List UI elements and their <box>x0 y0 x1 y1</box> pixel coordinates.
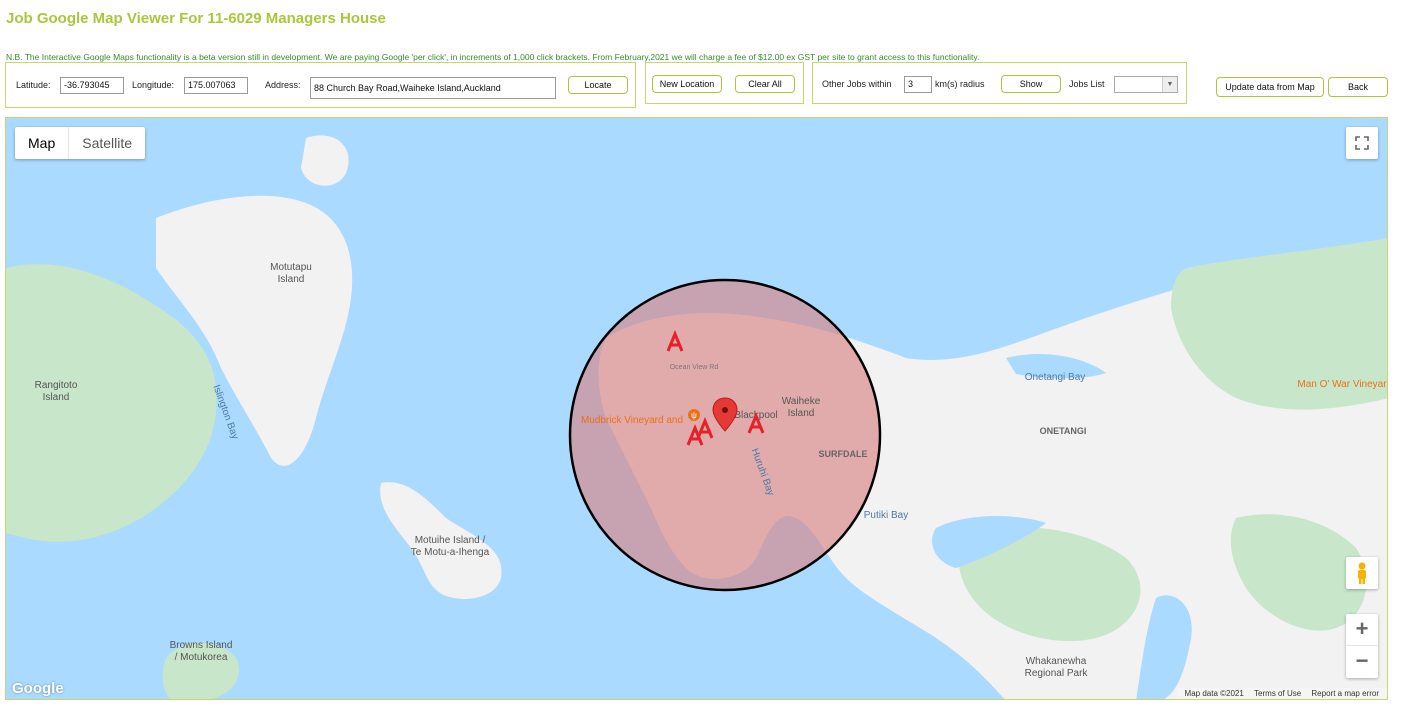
latitude-input[interactable]: -36.793045 <box>60 77 124 94</box>
location-form-panel: Latitude: -36.793045 Longitude: 175.0070… <box>5 62 636 108</box>
svg-text:ψ: ψ <box>691 411 697 420</box>
onetangi-bay-label: Onetangi Bay <box>1025 372 1086 383</box>
new-location-button[interactable]: New Location <box>652 75 722 93</box>
waiheke-label-1: Waiheke <box>782 396 821 407</box>
google-map[interactable]: Motutapu Island Rangitoto Island Motuihe… <box>5 117 1388 700</box>
map-type-control: Map Satellite <box>15 127 146 159</box>
map-data-attribution[interactable]: Map data ©2021 <box>1185 689 1244 698</box>
update-data-button[interactable]: Update data from Map <box>1216 77 1324 97</box>
radius-input[interactable]: 3 <box>904 76 932 93</box>
page-title: Job Google Map Viewer For 11-6029 Manage… <box>6 10 386 27</box>
onetangi-label: ONETANGI <box>1040 426 1087 436</box>
pegman-button[interactable] <box>1346 557 1378 589</box>
location-actions-panel: New Location Clear All <box>645 62 804 104</box>
mudbrick-label: Mudbrick Vineyard and <box>581 415 683 426</box>
jobs-list-select[interactable]: ▼ <box>1114 76 1178 93</box>
beta-notice: N.B. The Interactive Google Maps functio… <box>6 52 980 62</box>
search-radius-circle <box>568 278 882 592</box>
browns-label-1: Browns Island <box>170 640 233 651</box>
zoom-out-icon: − <box>1355 648 1369 673</box>
rangitoto-label-2: Island <box>43 392 70 403</box>
fullscreen-icon <box>1355 136 1369 150</box>
zoom-in-icon: + <box>1355 616 1369 641</box>
browns-label-2: / Motukorea <box>175 652 228 663</box>
address-input[interactable]: 88 Church Bay Road,Waiheke Island,Auckla… <box>310 77 556 99</box>
whakanewha-label-1: Whakanewha <box>1026 656 1087 667</box>
fullscreen-button[interactable] <box>1346 127 1378 159</box>
longitude-label: Longitude: <box>132 80 175 90</box>
ocean-view-rd-label: Ocean View Rd <box>670 364 719 371</box>
map-canvas[interactable]: Motutapu Island Rangitoto Island Motuihe… <box>6 118 1388 700</box>
latitude-label: Latitude: <box>16 80 51 90</box>
restaurant-icon[interactable]: ψ <box>688 409 700 421</box>
pegman-icon <box>1358 562 1366 584</box>
waiheke-label-2: Island <box>788 408 815 419</box>
terms-of-use-link[interactable]: Terms of Use <box>1254 689 1301 698</box>
jobs-list-value <box>1115 82 1118 92</box>
motutapu-label-1: Motutapu <box>270 262 312 273</box>
show-button[interactable]: Show <box>1001 75 1061 93</box>
man-o-war-label: Man O' War Vineyar <box>1297 379 1387 390</box>
longitude-input[interactable]: 175.007063 <box>184 77 248 94</box>
zoom-control: + − <box>1346 614 1378 678</box>
locate-button[interactable]: Locate <box>568 76 628 94</box>
motutapu-label-2: Island <box>278 274 305 285</box>
jobs-list-label: Jobs List <box>1069 79 1105 89</box>
map-attribution: Map data ©2021 Terms of Use Report a map… <box>1176 688 1387 699</box>
radius-unit-label: km(s) radius <box>935 79 985 89</box>
motuihe-label-2: Te Motu-a-Ihenga <box>411 547 490 558</box>
putiki-bay-label: Putiki Bay <box>864 510 908 521</box>
islet <box>301 135 349 186</box>
motuihe-label-1: Motuihe Island / <box>415 535 486 546</box>
other-jobs-label: Other Jobs within <box>822 79 892 89</box>
surfdale-label: SURFDALE <box>819 449 868 459</box>
whakanewha-label-2: Regional Park <box>1025 668 1089 679</box>
back-button[interactable]: Back <box>1328 77 1388 97</box>
map-type-map-button[interactable]: Map <box>15 127 70 159</box>
chevron-down-icon: ▼ <box>1162 77 1177 92</box>
clear-all-button[interactable]: Clear All <box>735 75 795 93</box>
zoom-in-button[interactable]: + <box>1346 614 1378 646</box>
address-label: Address: <box>265 80 301 90</box>
jobs-filter-panel: Other Jobs within 3 km(s) radius Show Jo… <box>812 62 1187 104</box>
map-type-satellite-button[interactable]: Satellite <box>69 127 145 159</box>
report-map-error-link[interactable]: Report a map error <box>1311 689 1379 698</box>
google-logo[interactable]: Google <box>12 680 64 697</box>
rangitoto-label-1: Rangitoto <box>35 380 78 391</box>
zoom-out-button[interactable]: − <box>1346 646 1378 678</box>
